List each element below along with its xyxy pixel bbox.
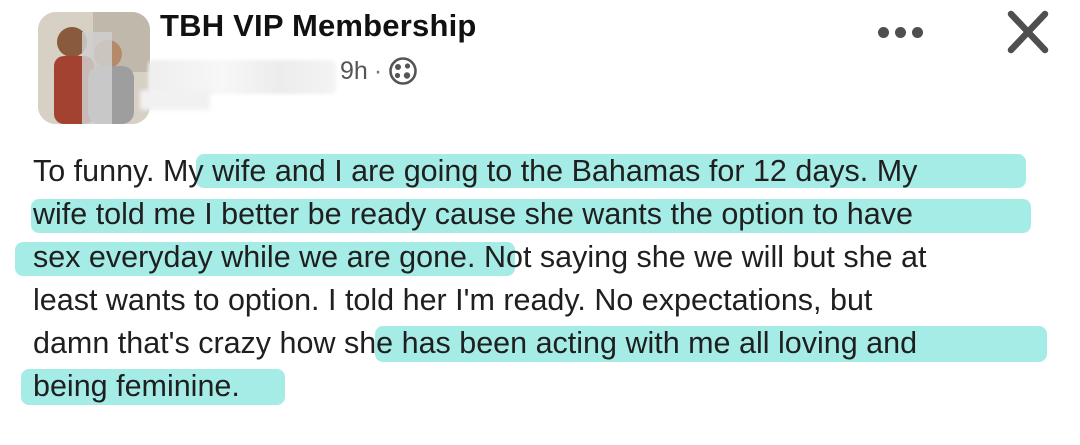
group-name-link[interactable]: TBH VIP Membership [160,8,477,44]
post-line: being feminine. [21,365,1053,408]
post-line: damn that's crazy how she has been actin… [33,322,1053,365]
post-meta: 9h · [340,56,418,86]
post-time[interactable]: 9h [340,57,368,86]
facebook-post: TBH VIP Membership 9h · To funny. My wif… [0,0,1080,445]
post-line: least wants to option. I told her I'm re… [33,283,873,317]
more-options-icon[interactable] [878,20,936,44]
avatar-image [38,12,150,124]
post-line: To funny. My wife and I are going to the… [33,150,1053,193]
meta-separator: · [373,56,383,85]
globe-icon [389,57,417,85]
post-body: To funny. My wife and I are going to the… [15,150,1053,408]
close-icon[interactable] [1000,6,1056,58]
redacted-author-name-tail [140,90,210,110]
post-line: sex everyday while we are gone. Not sayi… [15,236,1053,279]
post-line: wife told me I better be ready cause she… [31,193,1053,236]
group-avatar[interactable] [38,12,150,124]
redacted-author-name [148,60,336,94]
